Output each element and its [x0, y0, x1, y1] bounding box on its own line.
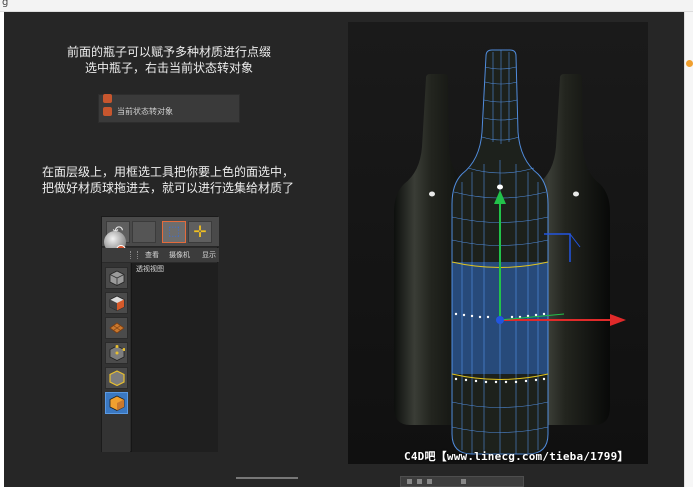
- edges-mode-icon[interactable]: [105, 367, 128, 389]
- c4d-editor-screenshot: ↶ ⬚ ✛: [101, 216, 219, 452]
- perspective-viewport[interactable]: 透视视图: [131, 263, 218, 452]
- caption-line: 把做好材质球拖进去，就可以进行选集给材质了: [41, 181, 294, 195]
- blank-button[interactable]: [132, 221, 156, 243]
- grid-plane-icon[interactable]: [105, 317, 128, 339]
- viewport-title: 透视视图: [136, 265, 164, 273]
- top-glyph: g: [2, 0, 9, 8]
- caption-line: 前面的瓶子可以赋予多种材质进行点缀: [66, 45, 271, 59]
- thumb-icon: [407, 479, 412, 484]
- caption-polygon-selection: 在面层级上，用框选工具把你要上色的面选中， 把做好材质球拖进去，就可以进行选集给…: [18, 164, 318, 196]
- thumb-icon: [417, 479, 422, 484]
- thumb-icon: [461, 479, 466, 484]
- thumb-icon: [427, 479, 432, 484]
- slide-scroll-indicator: [236, 477, 298, 479]
- viewport-menubar: 查看 摄像机 显示: [102, 248, 219, 262]
- caption-line: 选中瓶子，右击当前状态转对象: [84, 61, 253, 75]
- bottle-render-svg: [348, 22, 648, 464]
- bottle-render-viewport: [348, 22, 648, 464]
- context-icon: [103, 94, 112, 103]
- watermark: C4D吧【www.linecg.com/tieba/1799】: [404, 450, 629, 463]
- context-menu-label: 当前状态转对象: [117, 107, 173, 116]
- move-tool-button[interactable]: ✛: [188, 221, 212, 243]
- right-edge-panel: [684, 12, 693, 487]
- orange-dot-icon: [686, 60, 693, 67]
- menu-view[interactable]: 查看: [145, 249, 159, 261]
- context-menu-item-current-state[interactable]: 当前状态转对象: [99, 105, 241, 118]
- menu-display[interactable]: 显示: [202, 249, 216, 261]
- select-tool-button[interactable]: ⬚: [162, 221, 186, 243]
- menu-camera[interactable]: 摄像机: [169, 249, 190, 261]
- grip-icon: [130, 251, 138, 259]
- checker-cube-icon[interactable]: [105, 292, 128, 314]
- current-state-to-object-icon: [103, 107, 112, 116]
- polygons-mode-icon[interactable]: [105, 392, 128, 414]
- points-mode-icon[interactable]: [105, 342, 128, 364]
- window-top-strip: g: [0, 0, 693, 12]
- mode-palette: [102, 231, 130, 452]
- cube-icon[interactable]: [105, 267, 128, 289]
- gizmo-center-icon: [496, 316, 504, 324]
- context-menu-screenshot: 当前状态转对象: [98, 94, 240, 123]
- context-menu-item[interactable]: [99, 92, 241, 105]
- tutorial-slide: 前面的瓶子可以赋予多种材质进行点缀 选中瓶子，右击当前状态转对象 当前状态转对象…: [4, 12, 684, 487]
- caption-convert-object: 前面的瓶子可以赋予多种材质进行点缀 选中瓶子，右击当前状态转对象: [44, 44, 294, 76]
- bottom-thumbnail-strip: [400, 476, 524, 487]
- caption-line: 在面层级上，用框选工具把你要上色的面选中，: [41, 165, 294, 179]
